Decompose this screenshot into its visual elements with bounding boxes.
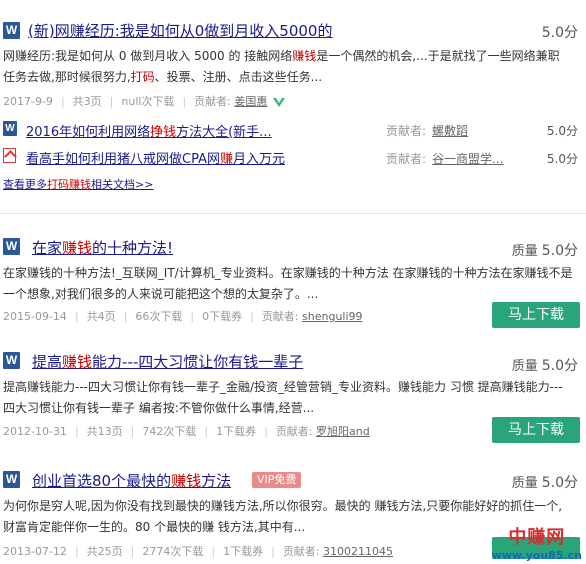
- doc3-desc: 提高赚钱能力---四大习惯让你有钱一辈子_金融/投资_经管营销_专业资料。赚钱能…: [3, 380, 563, 415]
- doc1-score: 5.0分: [541, 25, 578, 41]
- doc4-score: 质量 5.0分: [511, 475, 578, 491]
- doc2-meta: 2015-09-14 | 共4页 | 66次下载 | 0下载券 | 贡献者: shenguli9…: [3, 310, 363, 323]
- doc3-title[interactable]: 提高赚钱能力---四大习惯让你有钱一辈子: [32, 351, 303, 372]
- verified-check-icon: [273, 98, 286, 107]
- site-watermark: 中赚网 www.you85.cn: [491, 527, 582, 562]
- section-divider: [0, 213, 586, 214]
- related-doc-title[interactable]: 看高手如何利用猪八戒网做CPA网赚月入万元: [26, 148, 285, 167]
- word-doc-icon: W: [3, 352, 20, 369]
- doc3-meta: 2012-10-31 | 共13页 | 742次下载 | 1下载券 | 贡献者: 罗旭阳and: [3, 425, 370, 438]
- pdf-doc-icon: [3, 148, 16, 163]
- doc3-score: 质量 5.0分: [511, 358, 578, 374]
- related-doc-contributor: 贡献者: 谷一商盟学...: [386, 152, 504, 166]
- more-docs-link[interactable]: 查看更多打码赚钱相关文档>>: [3, 176, 153, 192]
- download-button[interactable]: 马上下载: [492, 302, 580, 328]
- word-doc-icon: W: [3, 238, 20, 255]
- doc1-desc: 网赚经历:我是如何从 0 做到月收入 5000 的 接触网络赚钱是一个偶然的机会…: [3, 49, 560, 84]
- word-doc-icon: W: [3, 22, 20, 39]
- word-doc-icon: W: [3, 471, 20, 488]
- doc4-meta: 2013-07-12 | 共25页 | 2774次下载 | 1下载券 | 贡献者: 310021…: [3, 545, 394, 558]
- doc3-contributor[interactable]: 罗旭阳and: [316, 425, 370, 438]
- doc2-score: 质量 5.0分: [511, 243, 578, 259]
- doc1-contributor[interactable]: 姜国惠: [234, 95, 267, 108]
- doc2-contributor[interactable]: shenguli99: [302, 310, 363, 323]
- related-doc-title[interactable]: 2016年如何利用网络挣钱方法大全(新手...: [26, 121, 272, 140]
- doc4-contributor[interactable]: 3100211045: [323, 545, 393, 558]
- related-doc-contributor: 贡献者: 螺敷蹈: [386, 124, 469, 138]
- related-doc-score: 5.0分: [546, 152, 578, 166]
- related-doc-score: 5.0分: [546, 124, 578, 138]
- doc2-desc: 在家赚钱的十种方法!_互联网_IT/计算机_专业资料。在家赚钱的十种方法 在家赚…: [3, 266, 573, 301]
- vip-free-badge: VIP免费: [252, 472, 302, 488]
- doc1-meta: 2017-9-9 | 共3页 | null次下载 | 贡献者: 姜国惠: [3, 93, 286, 109]
- doc1-title[interactable]: (新)网赚经历:我是如何从0做到月收入5000的: [28, 20, 332, 41]
- word-doc-icon: W: [3, 121, 17, 136]
- doc2-title[interactable]: 在家赚钱的十种方法!: [32, 237, 173, 258]
- doc4-title[interactable]: 创业首选80个最快的赚钱方法: [32, 470, 231, 491]
- download-button[interactable]: 马上下载: [492, 417, 580, 443]
